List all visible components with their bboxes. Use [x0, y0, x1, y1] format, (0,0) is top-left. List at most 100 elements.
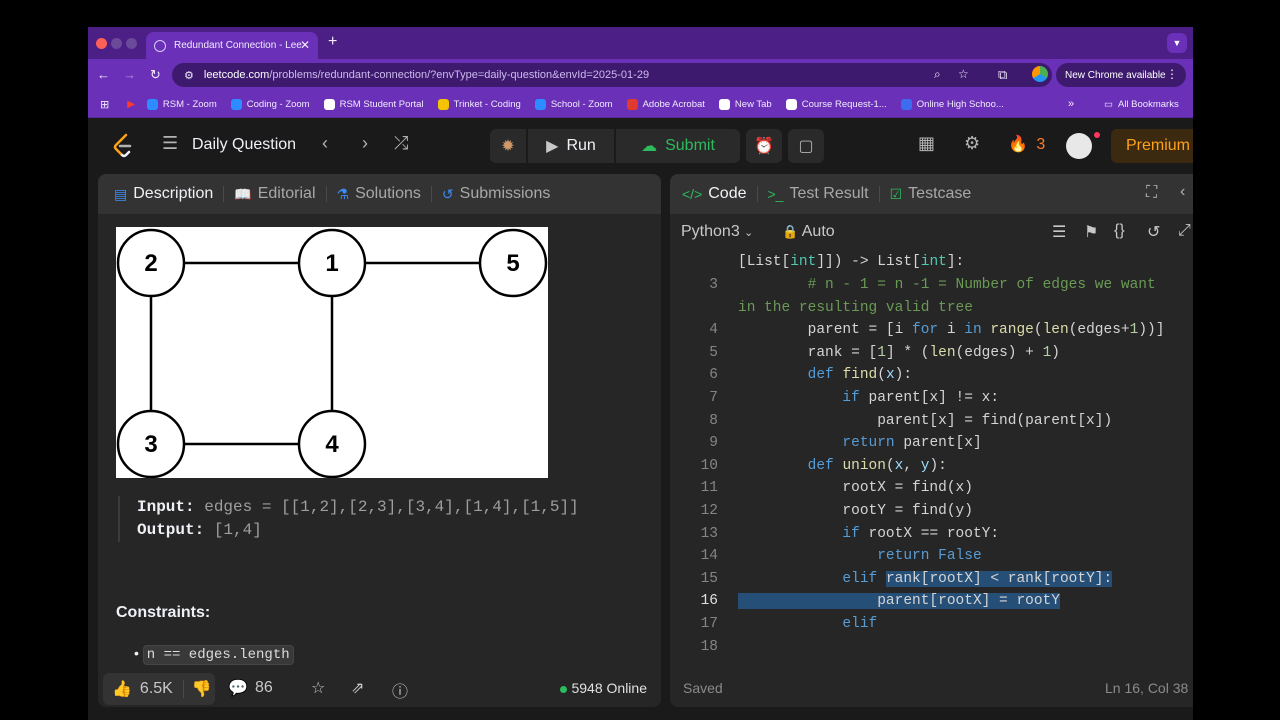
share-icon[interactable]: ⇗ — [351, 678, 364, 698]
profile-avatar[interactable] — [1032, 66, 1048, 82]
line-number: 3 — [709, 277, 718, 293]
tab-solutions[interactable]: ⚗ Solutions — [337, 185, 421, 203]
bookmark-favicon-icon — [785, 98, 797, 110]
url-text[interactable]: leetcode.com/problems/redundant-connecti… — [204, 69, 649, 81]
close-window-button[interactable] — [96, 38, 107, 49]
comment-icon[interactable]: 💬 — [228, 678, 248, 698]
zoom-icon[interactable]: ⌕ — [934, 67, 941, 82]
bookmark-star-icon[interactable]: ☆ — [958, 67, 969, 81]
leetcode-logo-icon[interactable] — [112, 133, 134, 159]
flask-icon: ⚗ — [336, 185, 350, 202]
play-icon: ▶ — [546, 138, 559, 155]
thumbs-down-icon[interactable]: 👎 — [192, 679, 212, 699]
forward-arrow-icon[interactable]: → — [123, 67, 136, 82]
bookmark-icon[interactable]: ⚑ — [1084, 222, 1098, 242]
close-tab-icon[interactable]: ✕ — [300, 38, 310, 52]
tab-test-result[interactable]: >_ Test Result — [768, 185, 869, 203]
bookmark-favicon-icon — [230, 98, 242, 110]
example-block: Input: edges = [[1,2],[2,3],[3,4],[1,4],… — [118, 496, 579, 542]
line-number: 4 — [709, 322, 718, 338]
language-select[interactable]: Python3 ⌄ — [681, 223, 753, 241]
chrome-menu-icon[interactable]: ⋮ — [1166, 67, 1178, 81]
code-line: rootY = find(y) — [738, 503, 973, 519]
tab-code[interactable]: </> Code — [682, 185, 747, 203]
all-bookmarks-button[interactable]: ▭ All Bookmarks — [1104, 99, 1179, 110]
help-icon[interactable]: ⓘ — [392, 678, 408, 702]
prev-question-icon[interactable]: ‹ — [322, 133, 328, 154]
code-line: def find(x): — [807, 367, 913, 383]
youtube-icon[interactable]: ▶ — [127, 99, 135, 110]
more-bookmarks-icon[interactable]: » — [1068, 98, 1074, 110]
next-question-icon[interactable]: › — [362, 133, 368, 154]
description-tabs: ▤ Description 📖 Editorial ⚗ Solutions ↺ … — [98, 174, 661, 214]
bookmark-label: RSM Student Portal — [339, 98, 424, 110]
debug-icon[interactable]: ✹ — [490, 129, 526, 163]
leetcode-navbar: ☰ Daily Question ‹ › ⤮ ✹ ▶ Run ☁ Submit … — [88, 119, 1193, 173]
alarm-icon[interactable]: ⏰ — [746, 129, 782, 163]
cloud-upload-icon: ☁ — [641, 138, 658, 155]
bookmark-item[interactable]: School - Zoom — [534, 98, 613, 110]
tab-divider — [223, 186, 225, 202]
bookmark-item[interactable]: New Tab — [718, 98, 772, 110]
tab-submissions-label: Submissions — [459, 185, 551, 202]
user-avatar[interactable] — [1066, 133, 1092, 159]
layout-grid-icon[interactable]: ▦ — [918, 133, 935, 154]
shuffle-icon[interactable]: ⤮ — [394, 133, 408, 154]
bookmarks-bar: ⊞ ▶ RSM - Zoom Coding - Zoom RSM Student P… — [88, 91, 1193, 118]
line-number: 6 — [709, 367, 718, 383]
braces-icon[interactable]: {} — [1114, 222, 1125, 240]
reload-icon[interactable]: ↻ — [150, 67, 161, 83]
output-value: [1,4] — [213, 521, 262, 539]
submit-label: Submit — [665, 137, 715, 154]
submit-button[interactable]: ☁ Submit — [616, 129, 740, 163]
tab-testcase[interactable]: ☑ Testcase — [890, 185, 972, 203]
code-line: return False — [877, 548, 982, 564]
thumbs-up-icon[interactable]: 👍 — [112, 679, 132, 699]
tab-description[interactable]: ▤ Description — [114, 185, 213, 203]
line-number: 16 — [700, 593, 718, 609]
settings-gear-icon[interactable]: ⚙ — [964, 133, 980, 154]
browser-tab[interactable]: Redundant Connection - Lee ✕ — [146, 32, 318, 59]
collapse-chevron-icon[interactable]: ‹ — [1180, 183, 1185, 201]
apps-grid-icon[interactable]: ⊞ — [100, 98, 109, 111]
minimize-window-button[interactable] — [111, 38, 122, 49]
back-arrow-icon[interactable]: ← — [97, 67, 110, 82]
tab-divider — [878, 186, 880, 202]
code-line: parent[x] = find(parent[x]) — [738, 413, 1113, 429]
code-editor[interactable]: [List[int]]) -> List[int]: 3 # n - 1 = n… — [670, 250, 1193, 670]
tab-submissions[interactable]: ↺ Submissions — [442, 185, 550, 203]
extensions-icon[interactable]: ⧉ — [998, 67, 1007, 83]
description-panel: ▤ Description 📖 Editorial ⚗ Solutions ↺ … — [98, 174, 661, 707]
new-tab-button[interactable]: + — [328, 33, 337, 51]
daily-question-title[interactable]: Daily Question — [192, 136, 296, 154]
problem-list-icon[interactable]: ☰ — [162, 133, 178, 154]
bookmark-item[interactable]: Trinket - Coding — [437, 98, 521, 110]
address-bar[interactable]: ⚙ leetcode.com/problems/redundant-connec… — [172, 63, 1052, 87]
bookmark-item[interactable]: Adobe Acrobat — [626, 98, 705, 110]
bookmark-item[interactable]: Coding - Zoom — [230, 98, 310, 110]
site-settings-icon[interactable]: ⚙ — [184, 69, 194, 82]
premium-button[interactable]: Premium — [1111, 129, 1193, 163]
bookmark-item[interactable]: RSM Student Portal — [323, 98, 424, 110]
format-lines-icon[interactable]: ☰ — [1052, 222, 1066, 242]
bookmark-item[interactable]: Online High Schoo... — [900, 98, 1004, 110]
fullscreen-icon[interactable]: ⤢ — [1178, 222, 1191, 240]
output-label: Output: — [137, 521, 205, 539]
notes-icon[interactable]: ▢ — [788, 129, 824, 163]
history-icon: ↺ — [441, 185, 454, 202]
bookmark-item[interactable]: Course Request-1... — [785, 98, 887, 110]
code-line: [List[int]]) -> List[int]: — [738, 254, 965, 270]
tab-search-chevron-icon[interactable]: ▼ — [1167, 33, 1187, 53]
zoom-window-button[interactable] — [126, 38, 137, 49]
expand-icon[interactable]: ⛶ — [1146, 184, 1157, 202]
code-line: # n - 1 = n -1 = Number of edges we want — [807, 277, 1156, 293]
url-host: leetcode.com — [203, 69, 270, 81]
reset-undo-icon[interactable]: ↺ — [1147, 222, 1160, 242]
run-button[interactable]: ▶ Run — [528, 129, 614, 163]
autocomplete-mode[interactable]: 🔒 Auto — [782, 223, 835, 241]
tab-editorial[interactable]: 📖 Editorial — [234, 185, 315, 203]
streak-counter[interactable]: 🔥 3 — [1008, 134, 1045, 154]
star-favorite-icon[interactable]: ☆ — [311, 678, 325, 698]
chrome-update-button[interactable]: New Chrome available ⋮ — [1056, 63, 1186, 87]
bookmark-item[interactable]: RSM - Zoom — [146, 98, 217, 110]
